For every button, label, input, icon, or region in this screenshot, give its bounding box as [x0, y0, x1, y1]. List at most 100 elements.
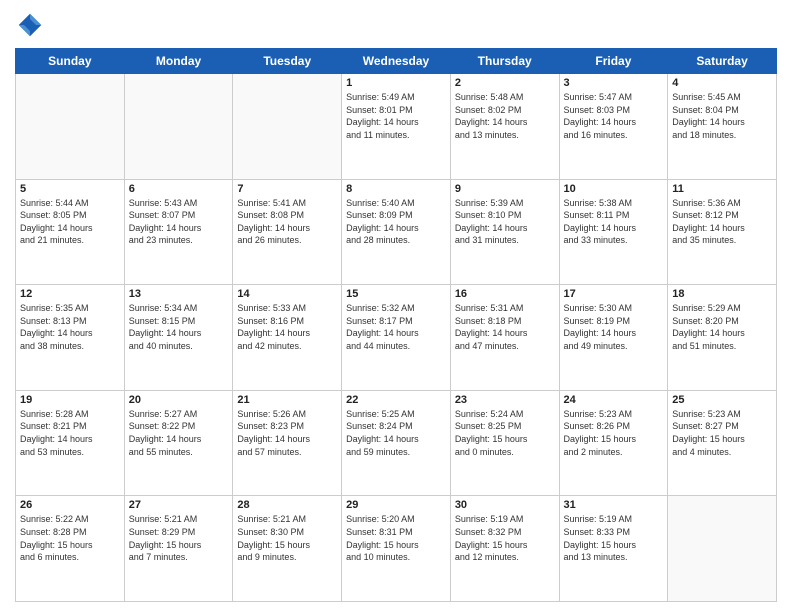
- calendar-cell: 5Sunrise: 5:44 AM Sunset: 8:05 PM Daylig…: [16, 179, 125, 285]
- calendar-cell: [668, 496, 777, 602]
- day-number: 6: [129, 183, 229, 195]
- day-info: Sunrise: 5:22 AM Sunset: 8:28 PM Dayligh…: [20, 513, 120, 563]
- day-number: 31: [564, 499, 664, 511]
- day-number: 19: [20, 394, 120, 406]
- day-info: Sunrise: 5:30 AM Sunset: 8:19 PM Dayligh…: [564, 302, 664, 352]
- weekday-row: SundayMondayTuesdayWednesdayThursdayFrid…: [16, 49, 777, 74]
- weekday-header-saturday: Saturday: [668, 49, 777, 74]
- day-info: Sunrise: 5:33 AM Sunset: 8:16 PM Dayligh…: [237, 302, 337, 352]
- day-info: Sunrise: 5:47 AM Sunset: 8:03 PM Dayligh…: [564, 91, 664, 141]
- day-number: 16: [455, 288, 555, 300]
- day-number: 24: [564, 394, 664, 406]
- calendar-week-0: 1 Sunrise: 5:49 AM Sunset: 8:01 PM Daylig…: [16, 74, 777, 180]
- calendar-cell: 16 Sunrise: 5:31 AM Sunset: 8:18 PM Dayli…: [450, 285, 559, 391]
- day-info: Sunrise: 5:43 AM Sunset: 8:07 PM Dayligh…: [129, 197, 229, 247]
- day-info: Sunrise: 5:19 AM Sunset: 8:33 PM Dayligh…: [564, 513, 664, 563]
- day-info: Sunrise: 5:19 AM Sunset: 8:32 PM Dayligh…: [455, 513, 555, 563]
- calendar-cell: 29 Sunrise: 5:20 AM Sunset: 8:31 PM Dayli…: [342, 496, 451, 602]
- weekday-header-wednesday: Wednesday: [342, 49, 451, 74]
- calendar-body: 1 Sunrise: 5:49 AM Sunset: 8:01 PM Daylig…: [16, 74, 777, 602]
- calendar-cell: [16, 74, 125, 180]
- day-info: Sunrise: 5:25 AM Sunset: 8:24 PM Dayligh…: [346, 408, 446, 458]
- day-number: 20: [129, 394, 229, 406]
- day-number: 17: [564, 288, 664, 300]
- calendar-cell: 4 Sunrise: 5:45 AM Sunset: 8:04 PM Daylig…: [668, 74, 777, 180]
- weekday-header-friday: Friday: [559, 49, 668, 74]
- day-number: 18: [672, 288, 772, 300]
- calendar-cell: 23 Sunrise: 5:24 AM Sunset: 8:25 PM Dayli…: [450, 390, 559, 496]
- calendar-cell: 19Sunrise: 5:28 AM Sunset: 8:21 PM Dayli…: [16, 390, 125, 496]
- day-number: 29: [346, 499, 446, 511]
- calendar-cell: 31 Sunrise: 5:19 AM Sunset: 8:33 PM Dayli…: [559, 496, 668, 602]
- day-info: Sunrise: 5:40 AM Sunset: 8:09 PM Dayligh…: [346, 197, 446, 247]
- day-info: Sunrise: 5:32 AM Sunset: 8:17 PM Dayligh…: [346, 302, 446, 352]
- day-info: Sunrise: 5:45 AM Sunset: 8:04 PM Dayligh…: [672, 91, 772, 141]
- day-number: 27: [129, 499, 229, 511]
- day-info: Sunrise: 5:27 AM Sunset: 8:22 PM Dayligh…: [129, 408, 229, 458]
- day-info: Sunrise: 5:21 AM Sunset: 8:30 PM Dayligh…: [237, 513, 337, 563]
- day-number: 28: [237, 499, 337, 511]
- day-info: Sunrise: 5:39 AM Sunset: 8:10 PM Dayligh…: [455, 197, 555, 247]
- day-info: Sunrise: 5:48 AM Sunset: 8:02 PM Dayligh…: [455, 91, 555, 141]
- calendar-cell: 17 Sunrise: 5:30 AM Sunset: 8:19 PM Dayli…: [559, 285, 668, 391]
- day-number: 14: [237, 288, 337, 300]
- calendar-cell: 1 Sunrise: 5:49 AM Sunset: 8:01 PM Daylig…: [342, 74, 451, 180]
- day-number: 8: [346, 183, 446, 195]
- day-number: 5: [20, 183, 120, 195]
- day-number: 22: [346, 394, 446, 406]
- calendar-cell: 26 Sunrise: 5:22 AM Sunset: 8:28 PM Dayli…: [16, 496, 125, 602]
- calendar-cell: 10 Sunrise: 5:38 AM Sunset: 8:11 PM Dayli…: [559, 179, 668, 285]
- logo-icon: [15, 10, 45, 40]
- weekday-header-monday: Monday: [124, 49, 233, 74]
- day-info: Sunrise: 5:20 AM Sunset: 8:31 PM Dayligh…: [346, 513, 446, 563]
- header: [15, 10, 777, 40]
- calendar-table: SundayMondayTuesdayWednesdayThursdayFrid…: [15, 48, 777, 602]
- calendar-cell: 6 Sunrise: 5:43 AM Sunset: 8:07 PM Daylig…: [124, 179, 233, 285]
- calendar-cell: 15 Sunrise: 5:32 AM Sunset: 8:17 PM Dayli…: [342, 285, 451, 391]
- day-number: 21: [237, 394, 337, 406]
- day-info: Sunrise: 5:31 AM Sunset: 8:18 PM Dayligh…: [455, 302, 555, 352]
- day-number: 10: [564, 183, 664, 195]
- day-info: Sunrise: 5:34 AM Sunset: 8:15 PM Dayligh…: [129, 302, 229, 352]
- day-number: 25: [672, 394, 772, 406]
- calendar-cell: 8 Sunrise: 5:40 AM Sunset: 8:09 PM Daylig…: [342, 179, 451, 285]
- weekday-header-tuesday: Tuesday: [233, 49, 342, 74]
- day-number: 7: [237, 183, 337, 195]
- day-number: 30: [455, 499, 555, 511]
- day-number: 4: [672, 77, 772, 89]
- day-number: 23: [455, 394, 555, 406]
- calendar-cell: 13 Sunrise: 5:34 AM Sunset: 8:15 PM Dayli…: [124, 285, 233, 391]
- day-info: Sunrise: 5:49 AM Sunset: 8:01 PM Dayligh…: [346, 91, 446, 141]
- calendar-cell: 21Sunrise: 5:26 AM Sunset: 8:23 PM Dayli…: [233, 390, 342, 496]
- day-info: Sunrise: 5:23 AM Sunset: 8:27 PM Dayligh…: [672, 408, 772, 458]
- day-number: 15: [346, 288, 446, 300]
- day-number: 2: [455, 77, 555, 89]
- day-number: 9: [455, 183, 555, 195]
- calendar-cell: 18Sunrise: 5:29 AM Sunset: 8:20 PM Dayli…: [668, 285, 777, 391]
- day-number: 11: [672, 183, 772, 195]
- calendar-week-4: 26 Sunrise: 5:22 AM Sunset: 8:28 PM Dayli…: [16, 496, 777, 602]
- day-number: 26: [20, 499, 120, 511]
- calendar-week-3: 19Sunrise: 5:28 AM Sunset: 8:21 PM Dayli…: [16, 390, 777, 496]
- day-info: Sunrise: 5:24 AM Sunset: 8:25 PM Dayligh…: [455, 408, 555, 458]
- calendar-cell: 24 Sunrise: 5:23 AM Sunset: 8:26 PM Dayli…: [559, 390, 668, 496]
- calendar-cell: [233, 74, 342, 180]
- calendar-cell: 25 Sunrise: 5:23 AM Sunset: 8:27 PM Dayli…: [668, 390, 777, 496]
- day-info: Sunrise: 5:41 AM Sunset: 8:08 PM Dayligh…: [237, 197, 337, 247]
- calendar-cell: 28 Sunrise: 5:21 AM Sunset: 8:30 PM Dayli…: [233, 496, 342, 602]
- day-number: 13: [129, 288, 229, 300]
- calendar-cell: 22 Sunrise: 5:25 AM Sunset: 8:24 PM Dayli…: [342, 390, 451, 496]
- calendar-cell: 11 Sunrise: 5:36 AM Sunset: 8:12 PM Dayli…: [668, 179, 777, 285]
- day-info: Sunrise: 5:38 AM Sunset: 8:11 PM Dayligh…: [564, 197, 664, 247]
- day-info: Sunrise: 5:23 AM Sunset: 8:26 PM Dayligh…: [564, 408, 664, 458]
- weekday-header-sunday: Sunday: [16, 49, 125, 74]
- calendar-week-2: 12Sunrise: 5:35 AM Sunset: 8:13 PM Dayli…: [16, 285, 777, 391]
- day-number: 1: [346, 77, 446, 89]
- calendar-cell: 14 Sunrise: 5:33 AM Sunset: 8:16 PM Dayli…: [233, 285, 342, 391]
- day-info: Sunrise: 5:21 AM Sunset: 8:29 PM Dayligh…: [129, 513, 229, 563]
- calendar-cell: 3Sunrise: 5:47 AM Sunset: 8:03 PM Daylig…: [559, 74, 668, 180]
- day-info: Sunrise: 5:36 AM Sunset: 8:12 PM Dayligh…: [672, 197, 772, 247]
- page: SundayMondayTuesdayWednesdayThursdayFrid…: [0, 0, 792, 612]
- calendar-week-1: 5Sunrise: 5:44 AM Sunset: 8:05 PM Daylig…: [16, 179, 777, 285]
- calendar-cell: 27 Sunrise: 5:21 AM Sunset: 8:29 PM Dayli…: [124, 496, 233, 602]
